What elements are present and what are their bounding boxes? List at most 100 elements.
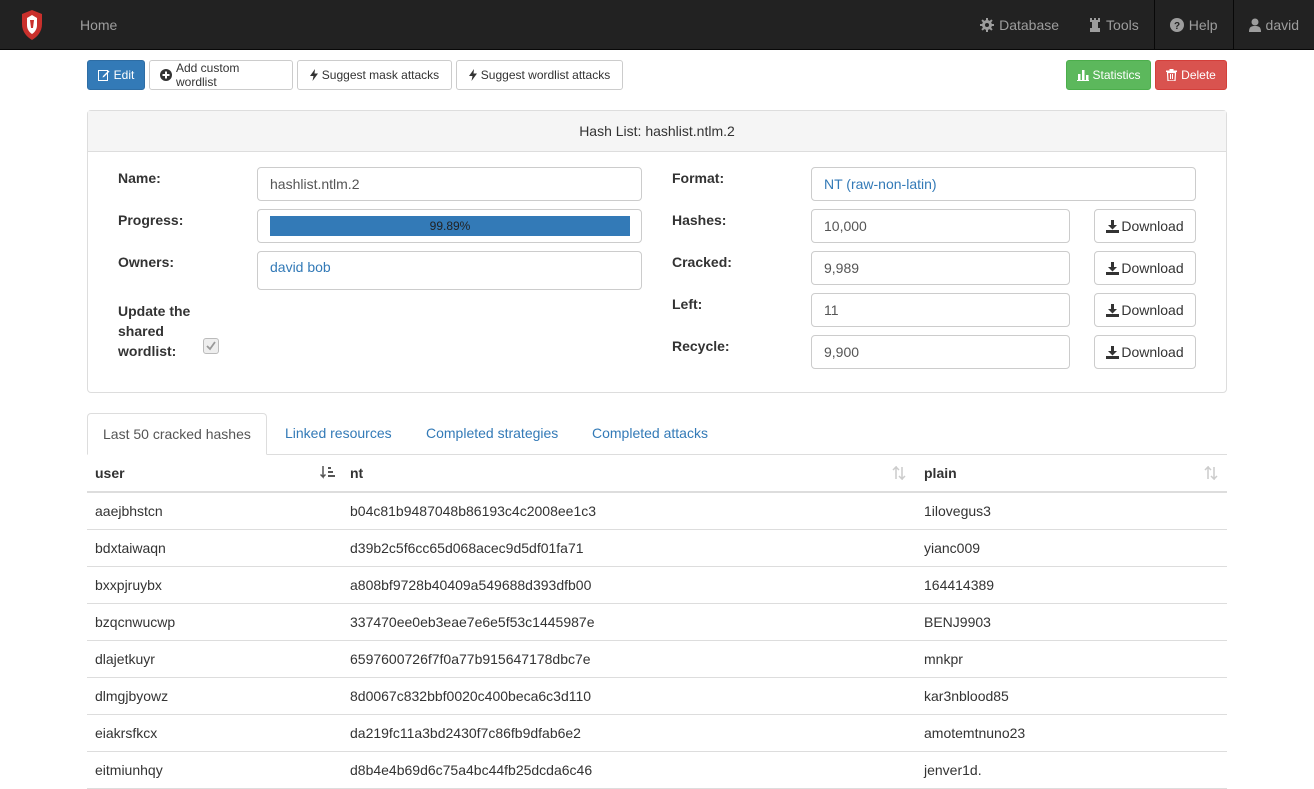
nav-user-label: david [1265, 17, 1299, 33]
cell-plain: amotemtnuno23 [924, 725, 1026, 741]
column-header-user[interactable]: user [95, 455, 125, 491]
trash-icon [1166, 69, 1178, 81]
cracked-label: Cracked: [672, 254, 732, 270]
suggest-mask-attacks-label: Suggest mask attacks [321, 68, 440, 82]
nav-tools[interactable]: Tools [1074, 0, 1154, 50]
suggest-wordlist-attacks-button[interactable]: Suggest wordlist attacks [456, 60, 623, 90]
app-logo-icon[interactable] [20, 10, 44, 40]
suggest-mask-attacks-button[interactable]: Suggest mask attacks [297, 60, 452, 90]
download-left-button[interactable]: Download [1094, 293, 1196, 327]
tab-linked-resources[interactable]: Linked resources [270, 413, 407, 455]
download-icon [1106, 219, 1120, 233]
progress-label: Progress: [118, 212, 184, 228]
cell-nt: 8d0067c832bbf0020c400beca6c3d110 [350, 688, 592, 704]
cell-user: aaejbhstcn [95, 503, 163, 519]
cell-nt: d8b4e4b69d6c75a4bc44fb25dcda6c46 [350, 762, 593, 778]
column-header-nt[interactable]: nt [350, 455, 363, 491]
cell-plain: 1ilovegus3 [924, 503, 991, 519]
statistics-button[interactable]: Statistics [1066, 60, 1151, 90]
download-recycle-button[interactable]: Download [1094, 335, 1196, 369]
cell-user: dlajetkuyr [95, 651, 155, 667]
cell-nt: d39b2c5f6cc65d068acec9d5df01fa71 [350, 540, 584, 556]
delete-button[interactable]: Delete [1155, 60, 1227, 90]
nav-database-label: Database [999, 17, 1060, 33]
nav-user[interactable]: david [1234, 0, 1314, 50]
tab-completed-attacks[interactable]: Completed attacks [577, 413, 723, 455]
cell-user: eitmiunhqy [95, 762, 163, 778]
cell-plain: yianc009 [924, 540, 981, 556]
table-row: dlajetkuyr 6597600726f7f0a77b915647178db… [87, 641, 1227, 678]
plus-circle-icon [160, 69, 172, 81]
format-field[interactable]: NT (raw-non-latin) [811, 167, 1196, 201]
svg-text:?: ? [1174, 21, 1180, 32]
lightning-icon [309, 69, 318, 81]
cell-plain: BENJ9903 [924, 614, 991, 630]
tab-completed-strategies[interactable]: Completed strategies [411, 413, 573, 455]
recycle-field: 9,900 [811, 335, 1070, 369]
update-label-line-1: Update the [118, 303, 191, 319]
sort-both-icon[interactable] [892, 466, 906, 480]
nav-help[interactable]: ? Help [1155, 0, 1233, 50]
user-icon [1248, 18, 1261, 32]
cell-plain: mnkpr [924, 651, 963, 667]
update-shared-wordlist-checkbox[interactable] [203, 338, 219, 354]
sort-ascending-icon[interactable] [320, 466, 335, 480]
add-custom-wordlist-button[interactable]: Add custom wordlist [149, 60, 293, 90]
hashes-label: Hashes: [672, 212, 727, 228]
left-field: 11 [811, 293, 1070, 327]
hashlist-panel: Hash List: hashlist.ntlm.2 Name: hashlis… [87, 110, 1227, 393]
cell-user: bzqcnwucwp [95, 614, 176, 630]
cell-plain: kar3nblood85 [924, 688, 1009, 704]
table-row: bzqcnwucwp 337470ee0eb3eae7e6e5f53c14459… [87, 604, 1227, 641]
rook-icon [1090, 18, 1101, 32]
cell-user: dlmgjbyowz [95, 688, 169, 704]
cell-nt: b04c81b9487048b86193c4c2008ee1c3 [350, 503, 597, 519]
add-custom-wordlist-label: Add custom wordlist [176, 61, 240, 89]
tab-bar: Last 50 cracked hashes Linked resources … [87, 413, 1227, 455]
name-field[interactable]: hashlist.ntlm.2 [257, 167, 642, 201]
question-circle-icon: ? [1169, 18, 1184, 32]
table-row: eitmiunhqy d8b4e4b69d6c75a4bc44fb25dcda6… [87, 752, 1227, 789]
nav-database[interactable]: Database [965, 0, 1074, 50]
cell-nt: 6597600726f7f0a77b915647178dbc7e [350, 651, 591, 667]
left-label: Left: [672, 296, 703, 312]
cell-nt: a808bf9728b40409a549688d393dfb00 [350, 577, 592, 593]
delete-label: Delete [1181, 68, 1216, 82]
download-icon [1106, 303, 1120, 317]
edit-button[interactable]: Edit [87, 60, 145, 90]
table-row: dlmgjbyowz 8d0067c832bbf0020c400beca6c3d… [87, 678, 1227, 715]
cell-user: bxxpjruybx [95, 577, 162, 593]
update-shared-wordlist-label: Update the shared wordlist: [118, 301, 190, 361]
download-hashes-button[interactable]: Download [1094, 209, 1196, 243]
download-cracked-button[interactable]: Download [1094, 251, 1196, 285]
gear-icon [980, 18, 995, 32]
download-label: Download [1121, 302, 1184, 318]
cell-nt: da219fc11a3bd2430f7c86fb9dfab6e2 [350, 725, 581, 741]
nav-home-link[interactable]: Home [80, 0, 117, 50]
table-row: bdxtaiwaqn d39b2c5f6cc65d068acec9d5df01f… [87, 530, 1227, 567]
sort-both-icon[interactable] [1204, 466, 1218, 480]
download-label: Download [1121, 260, 1184, 276]
update-label-line-3: wordlist: [118, 343, 177, 359]
hashes-field: 10,000 [811, 209, 1070, 243]
tab-last-50-cracked-hashes[interactable]: Last 50 cracked hashes [87, 413, 267, 455]
lightning-icon [468, 69, 477, 81]
owners-field[interactable]: david bob [257, 251, 642, 290]
nav-help-label: Help [1188, 17, 1218, 33]
cracked-hashes-table: user nt plain aaejbhstcn b04c81b9487048b… [87, 455, 1227, 789]
panel-title: Hash List: hashlist.ntlm.2 [88, 111, 1226, 152]
progress-percent: 99.89% [429, 219, 471, 233]
download-icon [1106, 345, 1120, 359]
cell-plain: 164414389 [924, 577, 995, 593]
cell-nt: 337470ee0eb3eae7e6e5f53c1445987e [350, 614, 595, 630]
top-navbar: Home Database Tools ? Help david [0, 0, 1314, 50]
suggest-wordlist-attacks-label: Suggest wordlist attacks [480, 68, 611, 82]
table-row: eiakrsfkcx da219fc11a3bd2430f7c86fb9dfab… [87, 715, 1227, 752]
statistics-label: Statistics [1092, 68, 1141, 82]
bar-chart-icon [1076, 70, 1089, 81]
nav-tools-label: Tools [1106, 17, 1139, 33]
format-label: Format: [672, 170, 725, 186]
cracked-field: 9,989 [811, 251, 1070, 285]
column-header-plain[interactable]: plain [924, 455, 957, 491]
name-label: Name: [118, 170, 161, 186]
